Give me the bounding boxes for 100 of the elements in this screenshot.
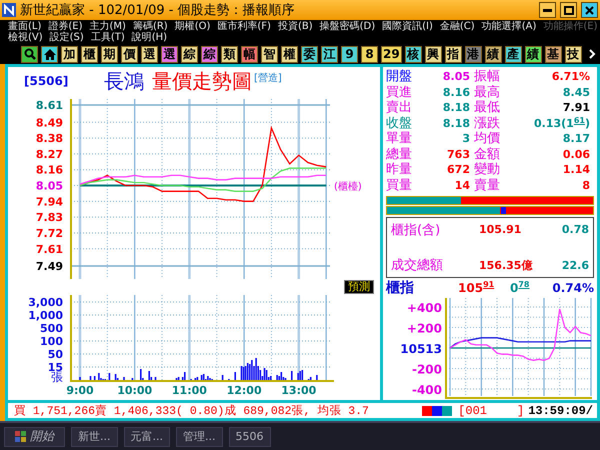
axis-label: 7.61: [36, 242, 63, 256]
quote-label: 開盤: [386, 70, 413, 84]
toolbar-button[interactable]: 綜: [181, 46, 198, 62]
menu-item[interactable]: 證券(E): [46, 21, 88, 32]
toolbar-button[interactable]: 類: [221, 46, 238, 62]
quote-value: 763: [446, 148, 471, 162]
quote-value: 3: [461, 132, 471, 146]
toolbar-button[interactable]: 產: [504, 46, 522, 62]
quote-value: 0.06: [562, 148, 591, 162]
toolbar-button[interactable]: 幅: [241, 46, 258, 62]
toolbar-button[interactable]: 基: [544, 46, 562, 62]
toolbar-button[interactable]: 29: [381, 46, 402, 62]
toolbar-button[interactable]: 綜: [201, 46, 218, 62]
axis-label: 1,000: [28, 309, 63, 322]
menu-item[interactable]: 操盤密碼(D): [318, 21, 380, 32]
menu-item[interactable]: 工具(T): [88, 32, 130, 43]
menu-item[interactable]: 主力(M): [88, 21, 131, 32]
start-button[interactable]: 開始: [4, 426, 65, 446]
toolbar-button[interactable]: 興: [424, 46, 442, 62]
menu-item[interactable]: 功能選擇(A): [480, 21, 542, 32]
axis-label: 7.72: [36, 226, 63, 240]
menu-item[interactable]: 說明(H): [130, 32, 172, 43]
axis-label: 100: [40, 335, 63, 348]
toolbar-button[interactable]: 加: [61, 46, 78, 62]
quote-value: 7.91: [562, 101, 591, 116]
quote-value: 8.45: [562, 86, 591, 100]
code-bracket: ]: [516, 404, 524, 418]
toolbar-button[interactable]: 8: [361, 46, 378, 62]
stock-name: 長鴻: [104, 68, 144, 94]
axis-label: -400: [412, 383, 442, 398]
toolbar-button[interactable]: 選: [161, 46, 178, 62]
axis-label: 8.05: [36, 180, 63, 192]
menu-item[interactable]: 籌碼(R): [130, 21, 173, 32]
axis-label: 8.27: [36, 148, 63, 161]
quote-label: 買量: [386, 178, 413, 193]
stock-code: [5506]: [24, 74, 70, 88]
axis-label: 8.61: [36, 99, 63, 112]
home-icon: [44, 48, 56, 60]
home-button[interactable]: [41, 46, 58, 62]
taskbar-button[interactable]: 5506: [228, 426, 270, 446]
menu-item[interactable]: 設定(S): [48, 32, 89, 43]
toolbar-button[interactable]: 委: [301, 46, 318, 62]
minimize-button[interactable]: [539, 2, 556, 18]
menu-item[interactable]: 匯市利率(F): [215, 21, 276, 32]
close-button[interactable]: [581, 2, 598, 18]
taskbar-button[interactable]: 管理...: [176, 426, 222, 446]
quote-label: 變動: [474, 163, 501, 178]
index-box-label: 櫃指(含): [391, 222, 442, 239]
menu-item[interactable]: 金融(C): [438, 21, 480, 32]
base-label: 10513: [400, 342, 442, 356]
menu-item[interactable]: 檢視(V): [6, 32, 48, 43]
index-change: 0$^{78}$: [510, 280, 530, 296]
menu-item[interactable]: 畫面(L): [6, 21, 46, 32]
index-box-change: 22.6: [560, 258, 589, 272]
forecast-button[interactable]: 預測: [344, 280, 374, 294]
scroll-right-icon[interactable]: [589, 49, 596, 59]
index-value: 105$^{91}$: [458, 280, 496, 296]
toolbar-button[interactable]: 選: [141, 46, 158, 62]
quote-value: 6.71%: [550, 70, 591, 84]
toolbar-button[interactable]: 權: [281, 46, 298, 62]
toolbar-button[interactable]: 智: [261, 46, 278, 62]
index-box-label: 成交總額: [391, 257, 444, 274]
quote-value: 8.17: [562, 132, 591, 146]
toolbar-button[interactable]: 績: [484, 46, 502, 62]
app-logo-icon: [2, 3, 16, 17]
maximize-button[interactable]: [560, 2, 577, 18]
toolbar-button[interactable]: 港: [464, 46, 482, 62]
taskbar-button[interactable]: 新世...: [71, 426, 118, 446]
quote-value: 14: [454, 178, 471, 193]
axis-label: -200: [412, 362, 442, 377]
toolbar-button[interactable]: 價: [121, 46, 138, 62]
toolbar-button[interactable]: 櫃: [81, 46, 98, 62]
code-field[interactable]: [001: [458, 404, 487, 418]
menu-item[interactable]: 期權(O): [172, 21, 216, 32]
trade-summary: 買 1,751,266賣 1,406,333( 0.80)成 689,082張, 均張 3.7: [14, 404, 370, 418]
quote-value: 1.14: [562, 163, 591, 178]
quote-label: 均價: [474, 132, 501, 146]
axis-label: 3,000: [28, 296, 63, 309]
axis-label: +200: [406, 322, 442, 336]
search-button[interactable]: [21, 46, 38, 62]
minimize-icon: [543, 8, 552, 12]
taskbar-button[interactable]: 元富...: [124, 426, 170, 446]
menu-item[interactable]: 國際資訊(I): [380, 21, 438, 32]
axis-label: 50: [48, 348, 63, 361]
toolbar-button[interactable]: 9: [341, 46, 358, 62]
axis-label: 8.49: [36, 116, 63, 130]
axis-label: 8.16: [36, 164, 63, 177]
toolbar-button[interactable]: 指: [444, 46, 462, 62]
search-icon: [24, 48, 36, 60]
toolbar-button[interactable]: 江: [321, 46, 338, 62]
quote-label: 最高: [474, 86, 501, 100]
toolbar-button[interactable]: 核: [404, 46, 422, 62]
toolbar-button[interactable]: 技: [564, 46, 582, 62]
toolbar-button[interactable]: 績: [524, 46, 542, 62]
quote-value: 8.05: [442, 70, 471, 84]
toolbar-button[interactable]: 期: [101, 46, 118, 62]
menu-item[interactable]: 投資(B): [276, 21, 318, 32]
axis-label: 9:00: [66, 384, 94, 397]
quote-label: 賣出: [386, 101, 413, 116]
quote-label: 收盤: [386, 116, 413, 131]
